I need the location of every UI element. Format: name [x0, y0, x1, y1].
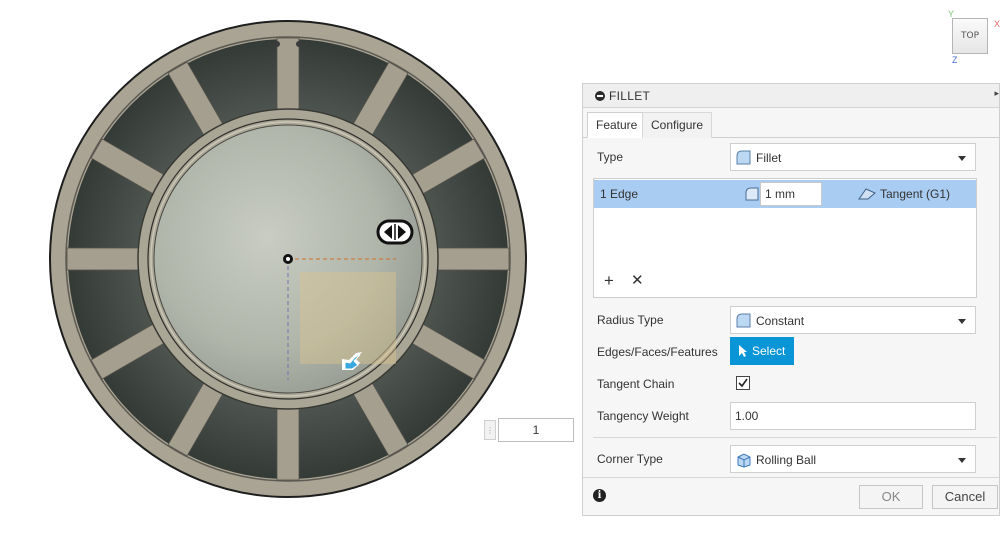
edge-count-label: 1 Edge: [600, 187, 639, 201]
tangency-weight-input[interactable]: [730, 402, 976, 430]
view-cube[interactable]: Y X TOP Z: [944, 8, 1000, 68]
footer-divider: [583, 477, 999, 478]
rolling-ball-icon: [737, 453, 751, 468]
radius-type-label: Radius Type: [597, 313, 664, 327]
section-divider: [593, 437, 997, 438]
type-dropdown[interactable]: Fillet: [730, 143, 976, 171]
corner-type-dropdown[interactable]: Rolling Ball: [730, 445, 976, 473]
cancel-button[interactable]: Cancel: [932, 485, 998, 509]
ok-button[interactable]: OK: [859, 485, 923, 509]
select-button[interactable]: Select: [730, 337, 794, 365]
fillet-dialog: FILLET ▸ Feature Configure Type Fillet 1…: [582, 83, 1000, 516]
edge-selection-list[interactable]: 1 Edge Tangent (G1) + ✕: [593, 178, 977, 298]
radius-value-input[interactable]: [498, 418, 574, 442]
cursor-arrow-icon: [739, 345, 747, 357]
corner-type-label: Corner Type: [597, 452, 663, 466]
origin-point-center: [286, 257, 290, 261]
edges-faces-label: Edges/Faces/Features: [597, 345, 718, 359]
info-icon[interactable]: i: [593, 489, 606, 502]
axis-x-label: X: [994, 19, 1000, 29]
radius-fillet-icon: [745, 187, 759, 201]
view-cube-face-label: TOP: [960, 31, 979, 41]
type-value: Fillet: [756, 151, 782, 165]
tangent-continuity-icon: [858, 188, 876, 200]
collapse-icon[interactable]: [595, 91, 605, 101]
tab-feature[interactable]: Feature: [587, 112, 647, 138]
tab-configure[interactable]: Configure: [642, 112, 713, 138]
dialog-tabs: Feature Configure: [583, 108, 999, 138]
edge-radius-input[interactable]: [760, 182, 822, 206]
top-marker-left: [274, 41, 280, 47]
dialog-header[interactable]: FILLET ▸: [583, 84, 999, 108]
fillet-type-icon: [736, 150, 751, 165]
tangent-chain-label: Tangent Chain: [597, 377, 675, 391]
radius-type-value: Constant: [756, 314, 805, 328]
view-cube-top-face[interactable]: TOP: [952, 18, 988, 54]
tangency-weight-label: Tangency Weight: [597, 409, 689, 423]
remove-edge-set-button[interactable]: ✕: [631, 272, 644, 289]
radius-value-box: ⋮ ⋮: [484, 418, 593, 442]
chevron-down-icon: [958, 319, 966, 324]
type-label: Type: [597, 150, 624, 164]
tangent-chain-checkbox[interactable]: [736, 376, 750, 390]
chevron-down-icon: [958, 458, 966, 463]
corner-type-value: Rolling Ball: [756, 453, 817, 467]
rotate-handle-icon[interactable]: [376, 219, 414, 245]
constant-radius-icon: [736, 313, 751, 328]
continuity-dropdown[interactable]: Tangent (G1): [880, 187, 950, 201]
radius-type-dropdown[interactable]: Constant: [730, 306, 976, 334]
fillet-preview-area: [300, 272, 396, 364]
add-edge-set-button[interactable]: +: [604, 272, 614, 289]
value-box-left-grip[interactable]: ⋮: [484, 420, 496, 440]
edge-set-row[interactable]: 1 Edge Tangent (G1): [594, 180, 976, 208]
chevron-down-icon: [958, 156, 966, 161]
select-button-label: Select: [752, 344, 786, 358]
axis-z-label: Z: [952, 55, 958, 65]
dialog-title: FILLET: [609, 89, 651, 103]
checkmark-icon: [738, 378, 748, 388]
top-marker-right: [296, 41, 302, 47]
expand-arrow-icon[interactable]: ▸: [994, 88, 999, 99]
